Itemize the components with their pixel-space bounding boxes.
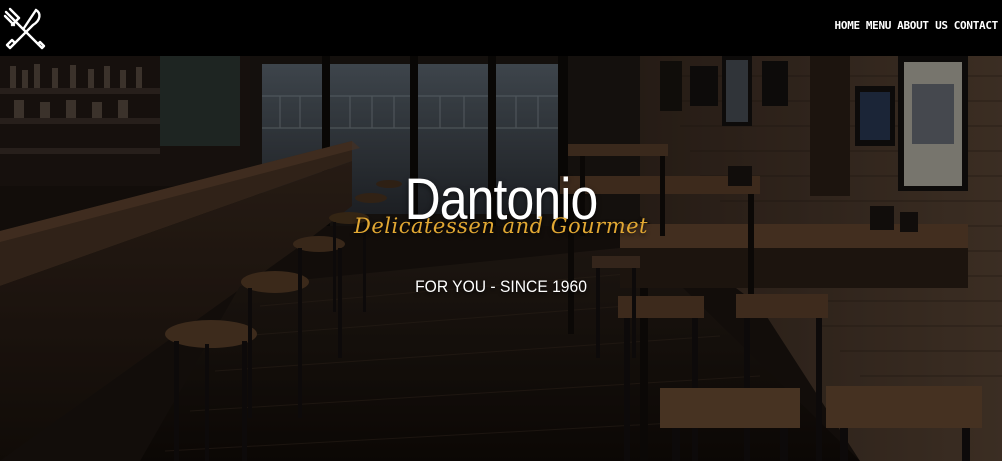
nav-about-us[interactable]: ABOUT US — [897, 19, 948, 33]
fork-and-knife-icon[interactable] — [2, 6, 46, 50]
nav-menu[interactable]: MENU — [866, 19, 892, 33]
hero-section: Dantonio Delicatessen and Gourmet FOR YO… — [0, 56, 1002, 461]
hero-tagline: Delicatessen and Gourmet — [354, 214, 648, 238]
hero-overlay — [0, 56, 1002, 461]
top-bar: HOME MENU ABOUT US CONTACT — [0, 0, 1002, 56]
hero-since-text: FOR YOU - SINCE 1960 — [415, 277, 587, 296]
nav-home[interactable]: HOME — [835, 19, 861, 33]
nav-contact[interactable]: CONTACT — [954, 19, 999, 33]
main-nav: HOME MENU ABOUT US CONTACT — [835, 19, 999, 33]
page: HOME MENU ABOUT US CONTACT Dantonio Deli… — [0, 0, 1002, 461]
